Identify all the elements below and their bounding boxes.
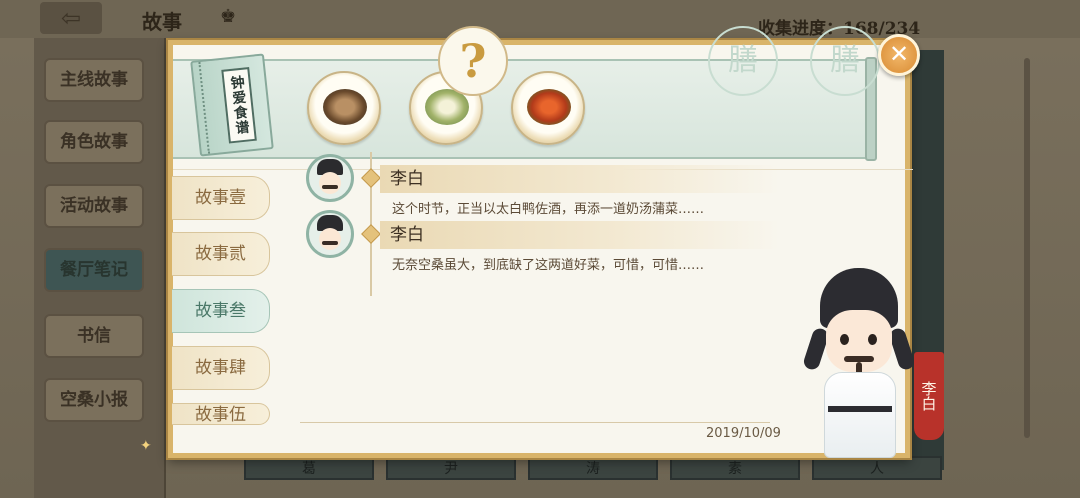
screen-title: 故事 <box>142 10 182 34</box>
bottom-cell: 素 <box>670 456 800 480</box>
dialogue-text: 这个时节，正当以太白鸭佐酒，再添一道奶汤蒲菜…… <box>392 202 705 217</box>
side-tab-restaurant-notes[interactable]: 餐厅笔记 <box>44 248 144 292</box>
side-tab-newspaper[interactable]: 空桑小报 <box>44 378 144 422</box>
recipe-book-icon: 钟爱食谱 <box>190 53 274 157</box>
speaker-name: 李白 <box>380 165 780 193</box>
bottom-cell: 尹 <box>386 456 516 480</box>
story-date: 2019/10/09 <box>706 426 781 441</box>
sparkle-icon: ✦ <box>140 438 152 454</box>
locked-dish-icon: 膳 <box>708 26 778 96</box>
side-tab-event-story[interactable]: 活动故事 <box>44 184 144 228</box>
locked-dish-icon: 膳 <box>810 26 880 96</box>
roast-duck-icon <box>527 89 571 125</box>
crown-icon: ♚ <box>220 6 237 27</box>
scrollbar[interactable] <box>1024 58 1030 438</box>
back-arrow-icon[interactable]: ⇦ <box>40 2 102 34</box>
bottom-cell: 葛 <box>244 456 374 480</box>
side-tab-main-story[interactable]: 主线故事 <box>44 58 144 102</box>
avatar <box>306 210 354 258</box>
tab-chapter-4[interactable]: 故事肆 <box>172 346 270 390</box>
speaker-name: 李白 <box>380 221 780 249</box>
tab-chapter-2[interactable]: 故事贰 <box>172 232 270 276</box>
divider <box>300 422 770 423</box>
side-tab-letters[interactable]: 书信 <box>44 314 144 358</box>
side-tab-character-story[interactable]: 角色故事 <box>44 120 144 164</box>
character-portrait <box>801 268 917 458</box>
bottom-cell: 涛 <box>528 456 658 480</box>
story-dialog: 钟爱食谱 <box>168 40 913 458</box>
tab-chapter-3[interactable]: 故事叁 <box>172 289 270 333</box>
dish-soup[interactable] <box>307 71 381 145</box>
dialogue-text: 无奈空桑虽大，到底缺了这两道好菜，可惜，可惜…… <box>392 258 705 273</box>
recipe-book-title: 钟爱食谱 <box>221 67 257 144</box>
dish-roast-duck[interactable] <box>511 71 585 145</box>
tab-chapter-5[interactable]: 故事伍 <box>172 403 270 425</box>
bottom-cell: 人 <box>812 456 942 480</box>
unknown-dish-icon[interactable]: ? <box>438 26 508 96</box>
character-name-tag: 李白 <box>914 352 944 440</box>
soup-icon <box>323 89 367 125</box>
avatar <box>306 154 354 202</box>
tab-chapter-1[interactable]: 故事壹 <box>172 176 270 220</box>
close-button[interactable]: ✕ <box>878 34 920 76</box>
